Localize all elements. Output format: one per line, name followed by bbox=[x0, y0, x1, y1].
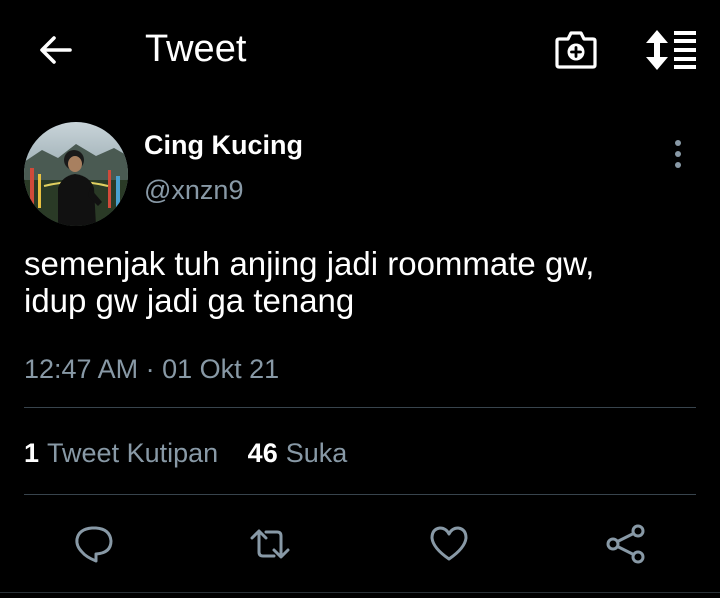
tweet-text-line: semenjak tuh anjing jadi roommate gw, bbox=[24, 245, 595, 282]
tweet-detail-screen: Tweet Cing Kucing @xnzn9 semenjak tuh an… bbox=[0, 0, 720, 598]
engagement-stats: 1 Tweet Kutipan 46 Suka bbox=[24, 436, 369, 470]
share-button[interactable] bbox=[604, 522, 648, 566]
tweet-time: 12:47 AM bbox=[24, 354, 139, 384]
like-label: Suka bbox=[285, 438, 348, 468]
avatar[interactable] bbox=[24, 122, 128, 226]
camera-button[interactable] bbox=[553, 28, 599, 72]
tweet-text: semenjak tuh anjing jadi roommate gw, id… bbox=[24, 245, 694, 319]
page-title: Tweet bbox=[145, 28, 247, 70]
meta-separator: · bbox=[145, 354, 155, 384]
reply-button[interactable] bbox=[72, 522, 116, 566]
divider bbox=[24, 494, 696, 495]
sort-list-icon bbox=[646, 30, 696, 70]
quote-tweets-stat[interactable]: 1 Tweet Kutipan bbox=[24, 436, 218, 470]
tweet-timestamp: 12:47 AM · 01 Okt 21 bbox=[24, 352, 279, 386]
profile-photo bbox=[24, 122, 128, 226]
author-handle[interactable]: @xnzn9 bbox=[144, 173, 243, 207]
back-button[interactable] bbox=[36, 30, 76, 70]
reply-icon bbox=[75, 526, 113, 563]
heart-icon bbox=[430, 526, 468, 561]
likes-stat[interactable]: 46 Suka bbox=[248, 436, 348, 470]
sort-timeline-button[interactable] bbox=[643, 28, 699, 72]
quote-count: 1 bbox=[24, 438, 40, 468]
quote-label: Tweet Kutipan bbox=[47, 438, 219, 468]
share-icon bbox=[606, 524, 645, 564]
more-vertical-icon bbox=[675, 140, 681, 168]
arrow-left-icon bbox=[40, 36, 72, 64]
divider bbox=[24, 407, 696, 408]
divider bbox=[0, 592, 720, 593]
tweet-text-line: idup gw jadi ga tenang bbox=[24, 282, 355, 319]
like-count: 46 bbox=[247, 438, 278, 468]
tweet-date: 01 Okt 21 bbox=[162, 354, 280, 384]
camera-plus-icon bbox=[555, 31, 597, 69]
more-options-button[interactable] bbox=[664, 138, 692, 172]
like-button[interactable] bbox=[427, 522, 471, 566]
top-app-bar: Tweet bbox=[0, 0, 720, 100]
author-name[interactable]: Cing Kucing bbox=[144, 128, 303, 162]
retweet-icon bbox=[250, 529, 290, 559]
retweet-button[interactable] bbox=[248, 522, 292, 566]
